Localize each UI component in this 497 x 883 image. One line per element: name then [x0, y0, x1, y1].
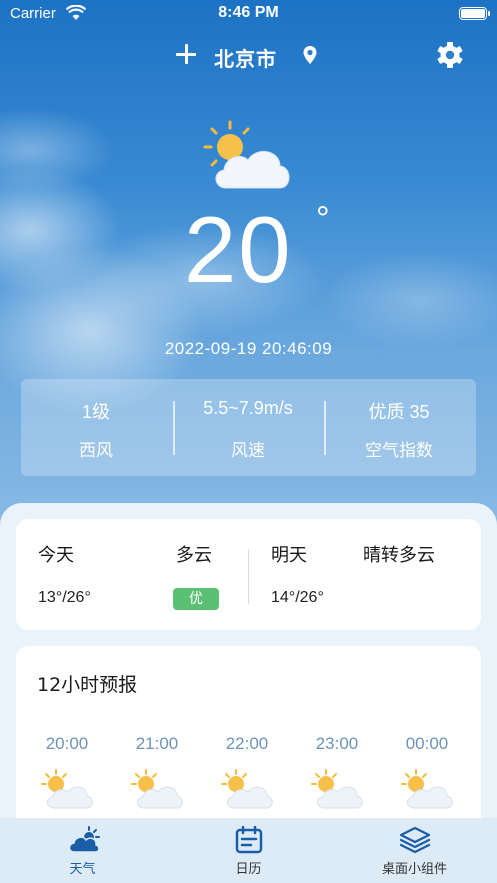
wind-level-stat: 1级 西风 [21, 379, 171, 476]
calendar-icon [235, 826, 262, 854]
partly-cloudy-icon [311, 769, 363, 809]
hourly-forecast-card: 12小时预报 20:00 21:00 22:00 23:00 00:00 [16, 646, 481, 846]
status-time: 8:46 PM [218, 4, 279, 21]
hour-item: 00:00 [387, 734, 467, 810]
today-temp-range: 13°/26° [38, 589, 91, 606]
hour-time: 20:00 [45, 734, 89, 753]
tomorrow-temp-range: 14°/26° [271, 589, 324, 606]
tab-widgets[interactable]: 桌面小组件 [332, 818, 497, 883]
current-temperature: 20 [184, 197, 293, 302]
hour-time: 21:00 [135, 734, 179, 753]
bottom-tab-bar: 天气 日历 桌面小组件 [0, 818, 497, 883]
stat-value: 5.5~7.9m/s [203, 398, 293, 418]
city-name[interactable]: 北京市 [214, 43, 277, 72]
tab-label: 桌面小组件 [381, 862, 447, 877]
today-aqi-badge: 优 [173, 588, 219, 610]
hour-time: 23:00 [315, 734, 359, 753]
hour-item: 22:00 [207, 734, 287, 810]
tab-label: 日历 [235, 862, 262, 877]
partly-cloudy-icon [200, 120, 295, 196]
tomorrow-condition: 晴转多云 [363, 545, 435, 566]
stat-label: 空气指数 [365, 441, 433, 461]
update-datetime: 2022-09-19 20:46:09 [164, 339, 333, 358]
status-bar: Carrier 8:46 PM [0, 0, 497, 28]
tab-label: 天气 [69, 862, 96, 877]
hour-item: 20:00 [27, 734, 107, 810]
daily-forecast-card: 今天 多云 13°/26° 优 明天 晴转多云 14°/26° [16, 519, 481, 630]
partly-cloudy-icon [221, 769, 273, 809]
battery-icon [459, 7, 490, 20]
stat-value: 优质 35 [368, 402, 430, 422]
hourly-title: 12小时预报 [37, 674, 138, 696]
location-pin-icon[interactable] [302, 45, 318, 69]
stat-label: 西风 [79, 441, 113, 461]
hour-item: 21:00 [117, 734, 197, 810]
wind-speed-stat: 5.5~7.9m/s 风速 [173, 379, 323, 476]
partly-cloudy-icon [131, 769, 183, 809]
hour-time: 22:00 [225, 734, 269, 753]
weather-stats-panel: 1级 西风 5.5~7.9m/s 风速 优质 35 空气指数 [21, 379, 476, 476]
tab-calendar[interactable]: 日历 [166, 818, 331, 883]
partly-cloudy-icon [41, 769, 93, 809]
today-label: 今天 [38, 545, 74, 566]
weather-icon [68, 826, 100, 853]
today-condition: 多云 [176, 545, 212, 566]
settings-gear-icon[interactable] [436, 41, 464, 73]
add-city-button[interactable] [174, 42, 198, 66]
divider [248, 549, 249, 604]
hour-item: 23:00 [297, 734, 377, 810]
air-quality-stat: 优质 35 空气指数 [324, 379, 474, 476]
degree-symbol: ° [316, 200, 330, 238]
stat-label: 风速 [231, 441, 265, 461]
stat-value: 1级 [81, 402, 110, 422]
partly-cloudy-icon [401, 769, 453, 809]
hour-time: 00:00 [405, 734, 449, 753]
tomorrow-label: 明天 [271, 545, 307, 566]
header: 北京市 [0, 38, 497, 74]
layers-icon [399, 826, 430, 854]
tab-weather[interactable]: 天气 [0, 818, 165, 883]
